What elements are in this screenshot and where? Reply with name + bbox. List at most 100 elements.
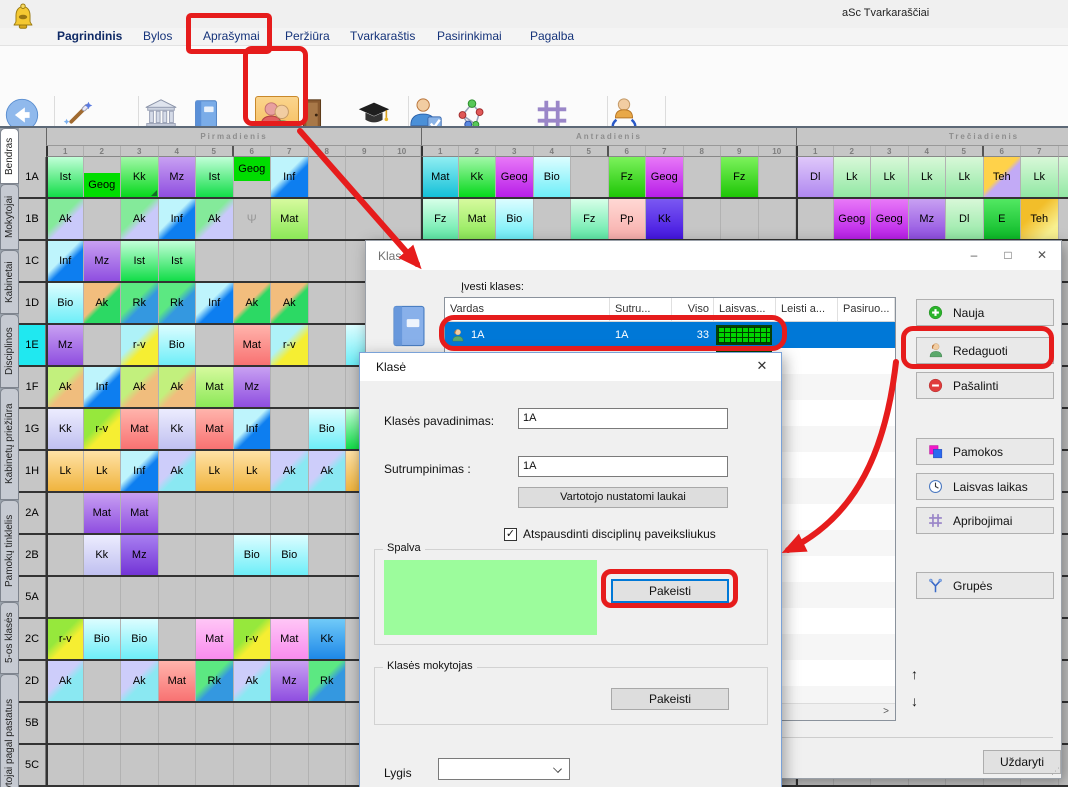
lesson-mz[interactable]: Mz xyxy=(46,325,84,365)
timetable-cell[interactable] xyxy=(234,577,272,617)
lesson-ist[interactable]: Ist xyxy=(159,241,197,281)
list-column-header[interactable]: Pasiruo... xyxy=(838,298,895,321)
row-header-1a[interactable]: 1A xyxy=(19,157,46,197)
lesson-rk[interactable]: Rk xyxy=(121,283,159,323)
timetable-cell[interactable] xyxy=(196,325,234,365)
lesson-dl[interactable]: Dl xyxy=(946,199,984,239)
row-header-1e[interactable]: 1E xyxy=(19,325,46,365)
lesson-ist[interactable]: Ist xyxy=(46,157,84,197)
timetable-cell[interactable] xyxy=(159,745,197,785)
timetable-cell[interactable] xyxy=(309,199,347,239)
list-column-header[interactable]: Laisvas... xyxy=(714,298,776,321)
lesson-kk[interactable]: Kk xyxy=(84,535,122,575)
lesson-kk[interactable]: Kk xyxy=(646,199,684,239)
lesson-kk[interactable]: Kk xyxy=(46,409,84,449)
maximize-icon[interactable]: □ xyxy=(991,241,1025,269)
timetable-cell[interactable] xyxy=(46,535,84,575)
timetable-cell[interactable] xyxy=(721,199,759,239)
timetable-cell[interactable] xyxy=(84,577,122,617)
lesson-mat[interactable]: Mat xyxy=(421,157,459,197)
list-header[interactable]: VardasSutru...VisoLaisvas...Leisti a...P… xyxy=(445,298,895,322)
lesson-inf[interactable]: Inf xyxy=(46,241,84,281)
pamokos-button[interactable]: Pamokos xyxy=(916,438,1054,465)
timetable-cell[interactable] xyxy=(159,493,197,533)
scroll-right-icon[interactable]: > xyxy=(878,705,894,719)
lesson-fz[interactable]: Fz xyxy=(421,199,459,239)
lesson-mz[interactable]: Mz xyxy=(271,661,309,701)
lesson-ak[interactable]: Ak xyxy=(46,367,84,407)
row-header-2c[interactable]: 2C xyxy=(19,619,46,659)
lesson-ak[interactable]: Ak xyxy=(309,451,347,491)
lesson-ak[interactable]: Ak xyxy=(271,451,309,491)
asc-bell-icon[interactable] xyxy=(8,2,38,32)
short-name-input[interactable]: 1A xyxy=(518,456,728,477)
lesson-bio[interactable]: Bio xyxy=(534,157,572,197)
lesson-geog[interactable]: Geog xyxy=(871,199,909,239)
view-tab-bendras[interactable]: Bendras xyxy=(0,128,19,184)
lesson-e[interactable]: E xyxy=(984,199,1022,239)
lesson-mat[interactable]: Mat xyxy=(459,199,497,239)
resize-grip[interactable]: ⋰ xyxy=(1051,766,1059,777)
timetable-cell[interactable] xyxy=(759,157,797,197)
lesson-bio[interactable]: Bio xyxy=(121,619,159,659)
lesson-mat[interactable]: Mat xyxy=(159,661,197,701)
minimize-icon[interactable]: – xyxy=(957,241,991,269)
lesson-mat[interactable]: Mat xyxy=(84,493,122,533)
timetable-cell[interactable] xyxy=(309,367,347,407)
lesson-mz[interactable]: Mz xyxy=(121,535,159,575)
lesson-bio[interactable]: Bio xyxy=(159,325,197,365)
view-tab-kabinetai[interactable]: Kabinetai xyxy=(0,250,19,314)
lesson-lk[interactable]: Lk xyxy=(834,157,872,197)
timetable-cell[interactable] xyxy=(84,745,122,785)
timetable-cell[interactable] xyxy=(796,199,834,239)
row-header-2d[interactable]: 2D xyxy=(19,661,46,701)
row-header-5c[interactable]: 5C xyxy=(19,745,46,785)
timetable-cell[interactable] xyxy=(309,535,347,575)
timetable-cell[interactable] xyxy=(684,157,722,197)
lesson-mat[interactable]: Mat xyxy=(271,199,309,239)
menu-item-aprašymai[interactable]: Aprašymai xyxy=(203,29,260,43)
lesson-mat[interactable]: Mat xyxy=(196,367,234,407)
timetable-cell[interactable] xyxy=(346,199,384,239)
timetable-cell[interactable] xyxy=(84,661,122,701)
grupės-button[interactable]: Grupės xyxy=(916,572,1054,599)
change-color-button[interactable]: Pakeisti xyxy=(611,579,729,603)
dialog-klases-titlebar[interactable]: Klasės – □ ✕ xyxy=(366,241,1061,271)
timetable-cell[interactable] xyxy=(309,745,347,785)
lesson-inf[interactable]: Inf xyxy=(121,451,159,491)
lesson-fz[interactable]: Fz xyxy=(609,157,647,197)
lesson-r-v[interactable]: r-v xyxy=(84,409,122,449)
timetable-cell[interactable] xyxy=(234,241,272,281)
timetable-cell[interactable] xyxy=(309,157,347,197)
lesson-lk[interactable]: Lk xyxy=(234,451,272,491)
menu-item-pagalba[interactable]: Pagalba xyxy=(530,29,574,43)
laisvas-laikas-button[interactable]: Laisvas laikas xyxy=(916,473,1054,500)
lesson-ak[interactable]: Ak xyxy=(159,367,197,407)
menu-item-pasirinkimai[interactable]: Pasirinkimai xyxy=(437,29,502,43)
lesson-mz[interactable]: Mz xyxy=(909,199,947,239)
lesson-bio[interactable]: Bio xyxy=(271,535,309,575)
lesson-dl[interactable]: Dl xyxy=(796,157,834,197)
timetable-cell[interactable] xyxy=(234,703,272,743)
list-row-1a-selected[interactable]: 1A1A33 xyxy=(445,322,895,348)
lesson-r-v[interactable]: r-v xyxy=(121,325,159,365)
timetable-cell[interactable] xyxy=(309,577,347,617)
menu-item-peržiūra[interactable]: Peržiūra xyxy=(285,29,330,43)
lesson-r-v[interactable]: r-v xyxy=(46,619,84,659)
move-down-button[interactable]: ↓ xyxy=(911,693,918,709)
timetable-cell[interactable] xyxy=(309,493,347,533)
lesson-geog[interactable]: Geog xyxy=(496,157,534,197)
timetable-cell[interactable]: Geog xyxy=(84,157,122,197)
lesson-r-v[interactable]: r-v xyxy=(234,619,272,659)
timetable-cell[interactable] xyxy=(46,745,84,785)
lesson-ak[interactable]: Ak xyxy=(46,661,84,701)
timetable-cell[interactable] xyxy=(159,535,197,575)
view-tab-pamokų-tinklelis[interactable]: Pamokų tinklelis xyxy=(0,500,19,602)
lesson-fz[interactable]: Fz xyxy=(721,157,759,197)
timetable-cell[interactable] xyxy=(534,199,572,239)
timetable-cell[interactable] xyxy=(571,157,609,197)
timetable-cell[interactable] xyxy=(384,157,422,197)
lesson-lk[interactable]: Lk xyxy=(946,157,984,197)
lesson-inf[interactable]: Inf xyxy=(271,157,309,197)
timetable-cell[interactable] xyxy=(1059,199,1068,239)
